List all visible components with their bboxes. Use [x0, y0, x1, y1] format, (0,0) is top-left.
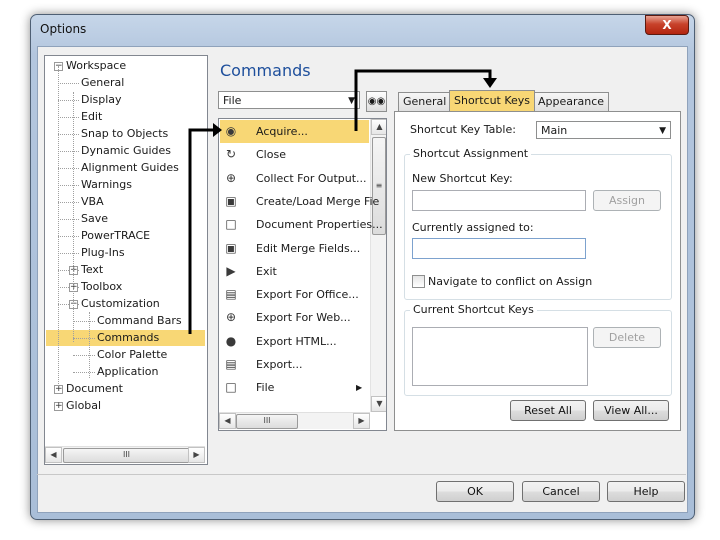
annotation-arrows [188, 69, 497, 334]
tab-shortcut-keys[interactable]: Shortcut Keys [449, 90, 536, 111]
arrow-head-icon [213, 123, 222, 137]
arrow-head-icon [483, 78, 497, 88]
arrow-to-acquire [188, 128, 213, 334]
